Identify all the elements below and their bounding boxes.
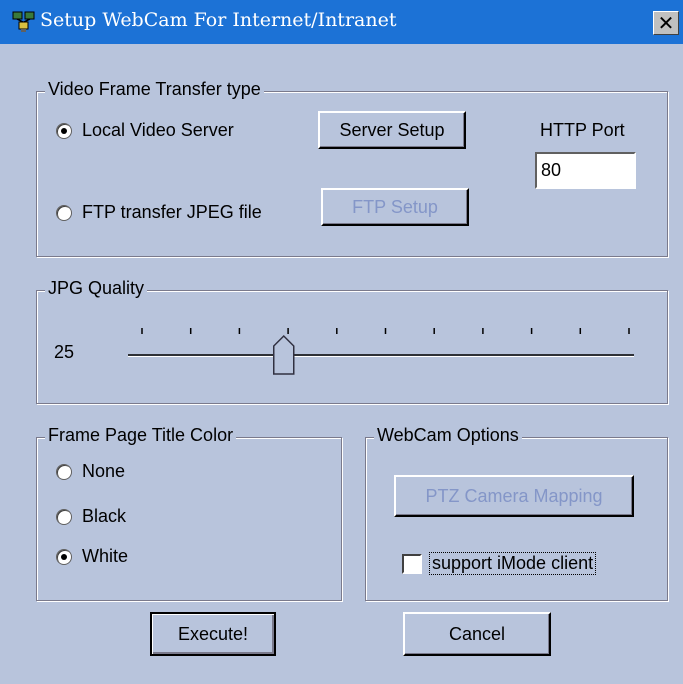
radio-button[interactable] [56,548,72,565]
server-setup-button[interactable]: Server Setup [318,111,466,149]
webcam-network-icon [12,11,35,32]
radio-button[interactable] [56,463,72,480]
imode-checkbox[interactable] [402,554,422,574]
slider-ticks [141,328,630,334]
jpg-quality-value: 25 [54,342,75,362]
radio-ftp-transfer[interactable]: FTP transfer JPEG file [56,202,262,223]
group-label-jpg-quality: JPG Quality [45,278,148,299]
title-bar[interactable]: Setup WebCam For Internet/Intranet ✕ [0,0,683,44]
ptz-camera-mapping-button[interactable]: PTZ Camera Mapping [394,475,634,517]
group-label-video-frame: Video Frame Transfer type [45,79,264,100]
jpg-quality-slider[interactable] [122,318,642,378]
radio-label: FTP transfer JPEG file [82,202,262,222]
radio-label: Black [82,506,127,526]
radio-button[interactable] [56,122,72,139]
radio-label: Local Video Server [82,120,234,140]
radio-color-white[interactable]: White [56,546,128,567]
webcam-options-group: WebCam Options [365,425,668,601]
http-port-label: HTTP Port [540,120,625,140]
group-label-title-color: Frame Page Title Color [45,425,237,446]
setup-webcam-dialog: Setup WebCam For Internet/Intranet ✕ Vid… [0,0,683,684]
cancel-button[interactable]: Cancel [403,612,551,656]
radio-color-black[interactable]: Black [56,506,126,527]
group-label-webcam-options: WebCam Options [374,425,522,446]
close-button[interactable]: ✕ [653,11,679,35]
execute-button[interactable]: Execute! [150,612,276,656]
slider-thumb[interactable] [273,334,295,375]
radio-label: None [82,461,126,481]
window-title: Setup WebCam For Internet/Intranet [40,9,397,31]
radio-local-video-server[interactable]: Local Video Server [56,120,234,141]
radio-button[interactable] [56,508,72,525]
imode-checkbox-label[interactable]: support iMode client [429,552,597,575]
radio-color-none[interactable]: None [56,461,125,482]
radio-label: White [82,546,129,566]
radio-button[interactable] [56,204,72,221]
close-icon: ✕ [657,11,675,35]
ftp-setup-button[interactable]: FTP Setup [321,188,469,226]
http-port-input[interactable] [535,152,636,189]
